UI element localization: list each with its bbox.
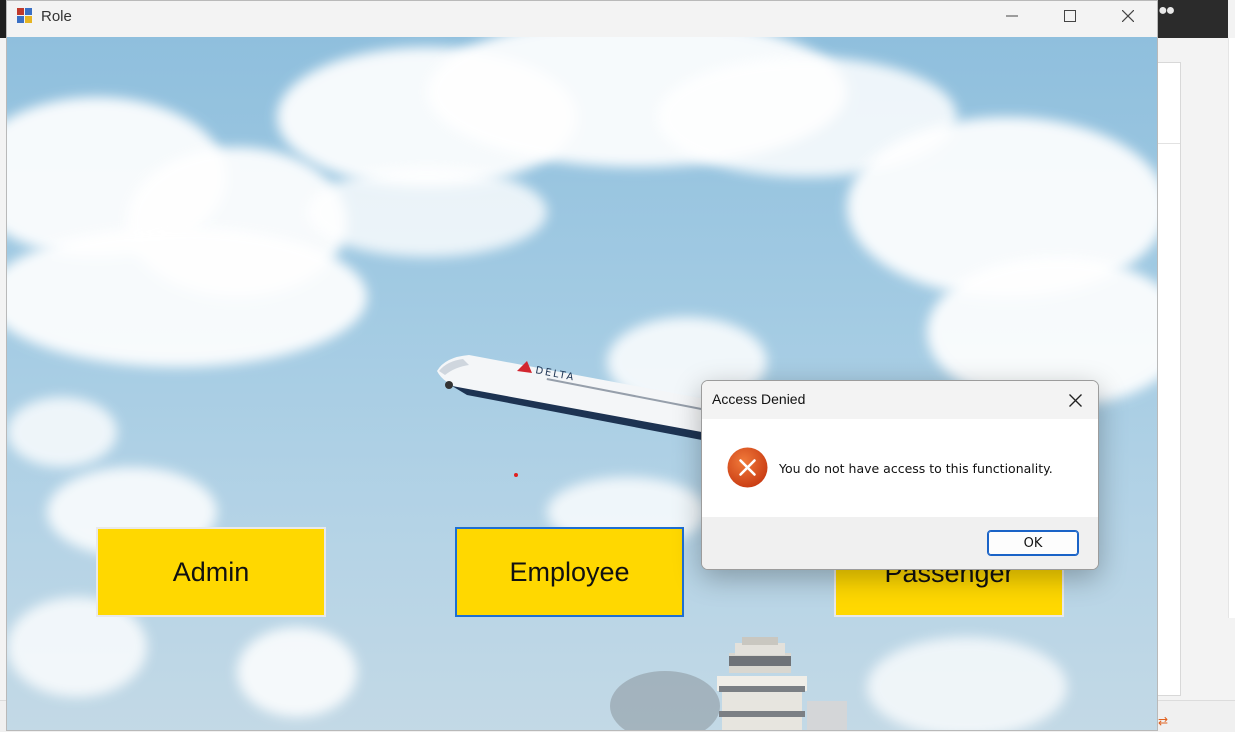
ok-button[interactable]: OK xyxy=(987,530,1079,556)
more-options-icon: ●● xyxy=(1158,2,1175,19)
access-denied-dialog: Access Denied You do not have access to … xyxy=(701,380,1099,570)
close-button[interactable] xyxy=(1099,1,1157,31)
window-titlebar[interactable]: Role xyxy=(7,1,1157,37)
background-status-icon: ⇄ xyxy=(1158,714,1169,728)
window-title: Role xyxy=(41,8,72,25)
maximize-icon xyxy=(1064,10,1076,22)
employee-button[interactable]: Employee xyxy=(455,527,684,617)
minimize-button[interactable] xyxy=(983,1,1041,31)
close-icon xyxy=(1068,393,1082,407)
error-icon xyxy=(727,447,768,488)
maximize-button[interactable] xyxy=(1041,1,1099,31)
close-icon xyxy=(1122,10,1134,22)
dialog-close-button[interactable] xyxy=(1060,386,1090,414)
minimize-icon xyxy=(1006,15,1018,17)
dialog-titlebar[interactable]: Access Denied xyxy=(702,381,1098,419)
dialog-title: Access Denied xyxy=(712,391,806,407)
dialog-message: You do not have access to this functiona… xyxy=(779,461,1053,476)
dialog-body: You do not have access to this functiona… xyxy=(702,419,1098,517)
background-divider xyxy=(1155,143,1180,144)
app-icon xyxy=(17,8,33,24)
admin-button[interactable]: Admin xyxy=(96,527,326,617)
dialog-footer: OK xyxy=(702,517,1098,569)
background-scrollbar xyxy=(1228,38,1235,618)
background-toolbar: ●● xyxy=(1150,0,1228,38)
background-panel xyxy=(1155,62,1181,696)
red-dot-marker xyxy=(514,473,518,477)
role-window: Role DELTA Admin Employee Passenger xyxy=(6,0,1158,731)
